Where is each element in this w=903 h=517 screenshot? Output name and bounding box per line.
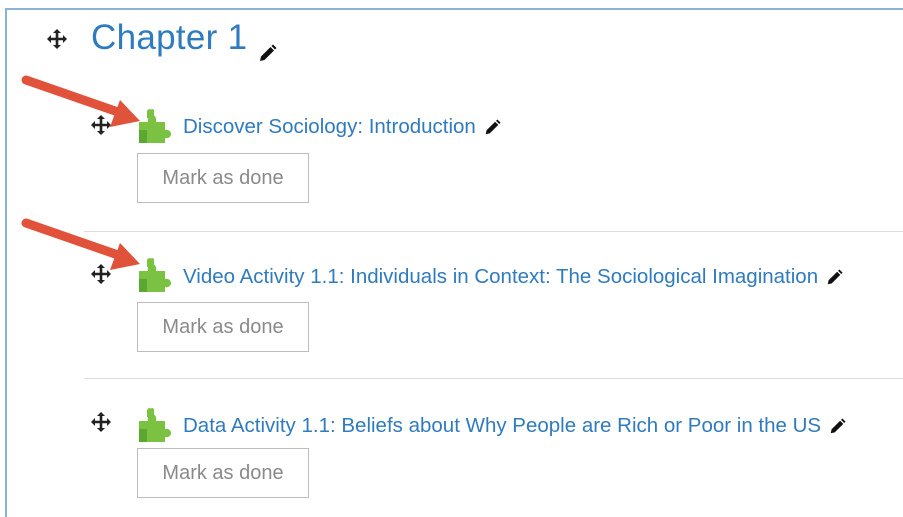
activity-item: Data Activity 1.1: Beliefs about Why Peo… xyxy=(0,390,903,517)
activity-link[interactable]: Discover Sociology: Introduction xyxy=(183,114,501,140)
activity-link[interactable]: Data Activity 1.1: Beliefs about Why Peo… xyxy=(183,413,846,439)
section-title-text[interactable]: Chapter 1 xyxy=(91,16,247,60)
edit-section-title-pencil-icon[interactable] xyxy=(257,31,277,61)
puzzle-piece-icon xyxy=(135,407,173,443)
mark-as-done-button[interactable]: Mark as done xyxy=(137,302,309,352)
annotation-arrow-icon xyxy=(21,218,140,270)
move-activity-icon[interactable] xyxy=(90,411,112,433)
edit-activity-pencil-icon[interactable] xyxy=(483,118,501,136)
move-section-icon[interactable] xyxy=(46,28,68,50)
mark-as-done-button[interactable]: Mark as done xyxy=(137,448,309,498)
activity-name[interactable]: Video Activity 1.1: Individuals in Conte… xyxy=(183,264,818,290)
activity-name[interactable]: Data Activity 1.1: Beliefs about Why Peo… xyxy=(183,413,821,439)
activity-name[interactable]: Discover Sociology: Introduction xyxy=(183,114,476,140)
mark-as-done-button[interactable]: Mark as done xyxy=(137,153,309,203)
annotation-arrow-icon xyxy=(21,75,140,127)
activity-link[interactable]: Video Activity 1.1: Individuals in Conte… xyxy=(183,264,843,290)
section-title[interactable]: Chapter 1 xyxy=(91,16,277,61)
edit-activity-pencil-icon[interactable] xyxy=(828,417,846,435)
divider xyxy=(84,378,903,379)
divider xyxy=(84,231,903,232)
edit-activity-pencil-icon[interactable] xyxy=(825,268,843,286)
